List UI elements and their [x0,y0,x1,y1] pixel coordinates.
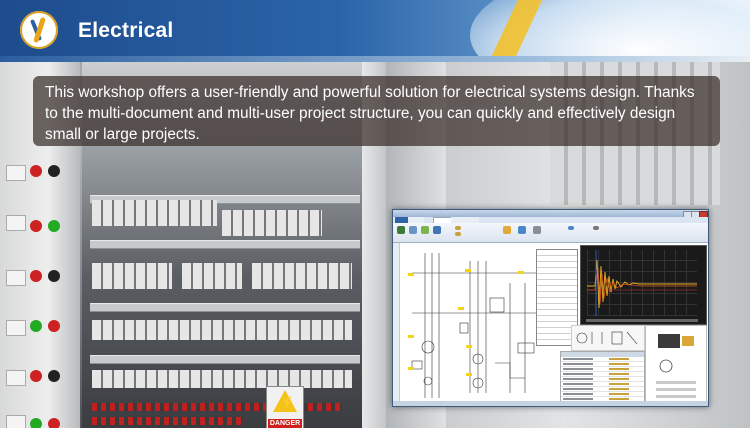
page-title: Electrical [78,19,174,42]
app-status-bar [393,401,708,406]
component-panel [571,325,645,351]
header-banner: Electrical [0,0,750,62]
app-ribbon [393,223,708,243]
software-screenshot [392,209,709,407]
app-side-toolbar [393,243,400,406]
description-text: This workshop offers a user-friendly and… [45,84,695,143]
app-workspace [393,243,708,406]
warning-sign-label: DANGER [268,419,302,428]
app-titlebar [393,210,708,218]
component-preview [645,325,707,406]
high-voltage-warning-icon [273,390,297,412]
warning-sign: DANGER [266,386,304,428]
description-box: This workshop offers a user-friendly and… [33,76,720,146]
properties-panel [560,351,645,406]
oscilloscope-view [580,245,707,325]
logo-icon [20,11,58,49]
